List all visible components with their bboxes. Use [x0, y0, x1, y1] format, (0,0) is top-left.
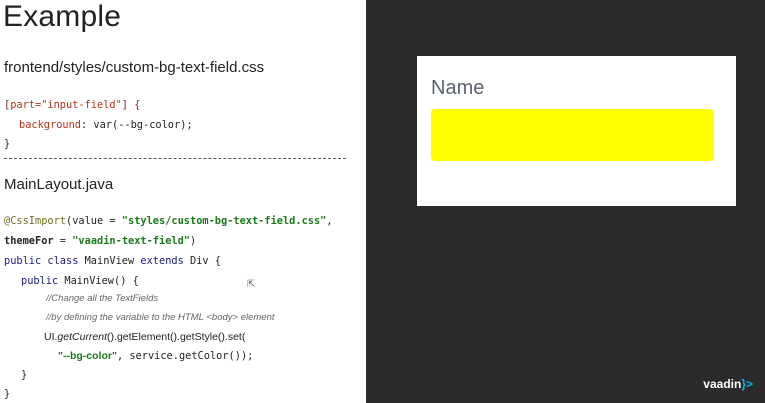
vaadin-logo: vaadin}>: [703, 377, 753, 391]
preview-card: Name: [417, 56, 736, 206]
text-field-label: Name: [431, 77, 485, 99]
css-line-selector: [part="input-field"] {: [4, 99, 141, 111]
text-field-input[interactable]: [431, 109, 714, 161]
css-line-close: }: [4, 138, 11, 150]
java-line-annotation: @CssImport(value = "styles/custom-bg-tex…: [4, 215, 333, 227]
java-line-class: public class MainView extends Div {: [4, 255, 221, 267]
mouse-pointer-icon: ⇱: [247, 279, 256, 290]
slide-title: Example: [3, 0, 122, 33]
code-divider: [4, 158, 346, 159]
vaadin-logo-text: vaadin: [703, 377, 742, 391]
java-comment-1: //Change all the TextFields: [46, 293, 159, 304]
java-line-close-outer: }: [4, 388, 11, 400]
vaadin-logo-mark: }>: [741, 377, 753, 391]
java-line-ui-call: UI.getCurrent().getElement().getStyle().…: [44, 331, 246, 343]
java-line-constructor: public MainView() {: [21, 275, 139, 287]
slide-code-panel: Example frontend/styles/custom-bg-text-f…: [0, 0, 366, 403]
java-comment-2: //by defining the variable to the HTML <…: [46, 312, 275, 323]
java-line-close-inner: }: [21, 369, 28, 381]
css-line-property: background: var(--bg-color);: [19, 119, 193, 131]
java-line-themefor: themeFor = "vaadin-text-field"): [4, 235, 197, 247]
java-line-set-args: "--bg-color", service.getColor());: [58, 350, 254, 362]
java-file-name: MainLayout.java: [4, 176, 114, 193]
css-file-name: frontend/styles/custom-bg-text-field.css: [4, 59, 265, 76]
